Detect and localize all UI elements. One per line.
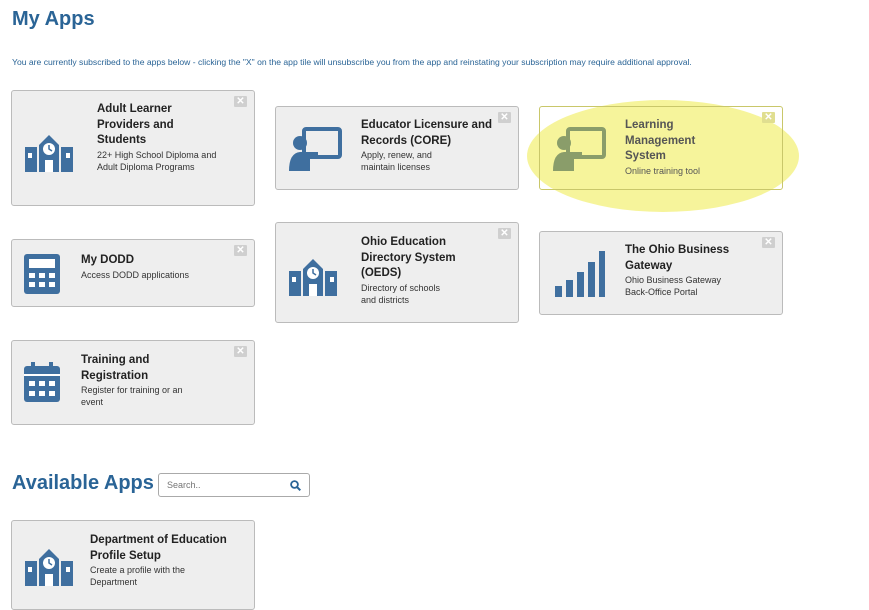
teacher-board-icon [553,127,606,171]
tile-description: Create a profile with the Department [90,565,186,587]
app-tile-oeds[interactable]: ✕ Ohio Education Directory System (OEDS)… [275,222,519,323]
tile-description: 22+ High School Diploma and Adult Diplom… [97,149,217,172]
app-search-box[interactable] [158,473,310,497]
tile-title: Department of Education Profile Setup [90,534,227,562]
search-input[interactable] [167,478,277,492]
app-tile-ohio-business-gateway[interactable]: ✕ The Ohio Business Gateway Ohio Busines… [539,231,783,315]
available-tile-profile-setup[interactable]: Department of Education Profile Setup Cr… [11,520,255,610]
unsubscribe-button[interactable]: ✕ [762,237,775,248]
app-tile-training-registration[interactable]: ✕ Training and Registration Register for… [11,340,255,425]
bar-signal-icon [555,251,605,297]
tile-title: The Ohio Business Gateway [625,244,730,272]
school-building-icon [25,135,73,172]
tile-description: Apply, renew, and maintain licenses [361,150,432,172]
unsubscribe-button[interactable]: ✕ [234,245,247,256]
app-tile-educator-licensure[interactable]: ✕ Educator Licensure and Records (CORE) … [275,106,519,190]
subscription-notice: You are currently subscribed to the apps… [12,57,692,67]
tile-title: Adult Learner Providers and Students [97,103,174,146]
tile-description: Online training tool [625,165,701,176]
unsubscribe-button[interactable]: ✕ [234,96,247,107]
teacher-board-icon [289,127,342,171]
tile-title: Learning Management System [625,119,696,162]
unsubscribe-button[interactable]: ✕ [234,346,247,357]
unsubscribe-button[interactable]: ✕ [498,228,511,239]
school-building-icon [25,549,73,586]
app-tile-learning-management[interactable]: ✕ Learning Management System Online trai… [539,106,783,190]
calculator-icon [24,254,60,294]
calendar-icon [24,362,60,402]
tile-description: Register for training or an event [81,385,183,407]
available-apps-heading: Available Apps [12,472,154,494]
tile-title: My DODD [81,254,135,266]
my-apps-heading: My Apps [12,8,95,30]
tile-title: Ohio Education Directory System (OEDS) [361,236,456,279]
app-tile-my-dodd[interactable]: ✕ My DODD Access DODD applications [11,239,255,307]
app-tile-adult-learner[interactable]: ✕ Adult Learner Providers and Students 2… [11,90,255,206]
tile-title: Educator Licensure and Records (CORE) [361,119,493,147]
tile-description: Ohio Business Gateway Back-Office Portal [625,275,722,297]
tile-description: Directory of schools and districts [361,282,441,305]
tile-title: Training and Registration [81,354,150,382]
tile-description: Access DODD applications [81,269,190,280]
school-building-icon [289,259,337,296]
search-icon[interactable] [290,480,301,491]
